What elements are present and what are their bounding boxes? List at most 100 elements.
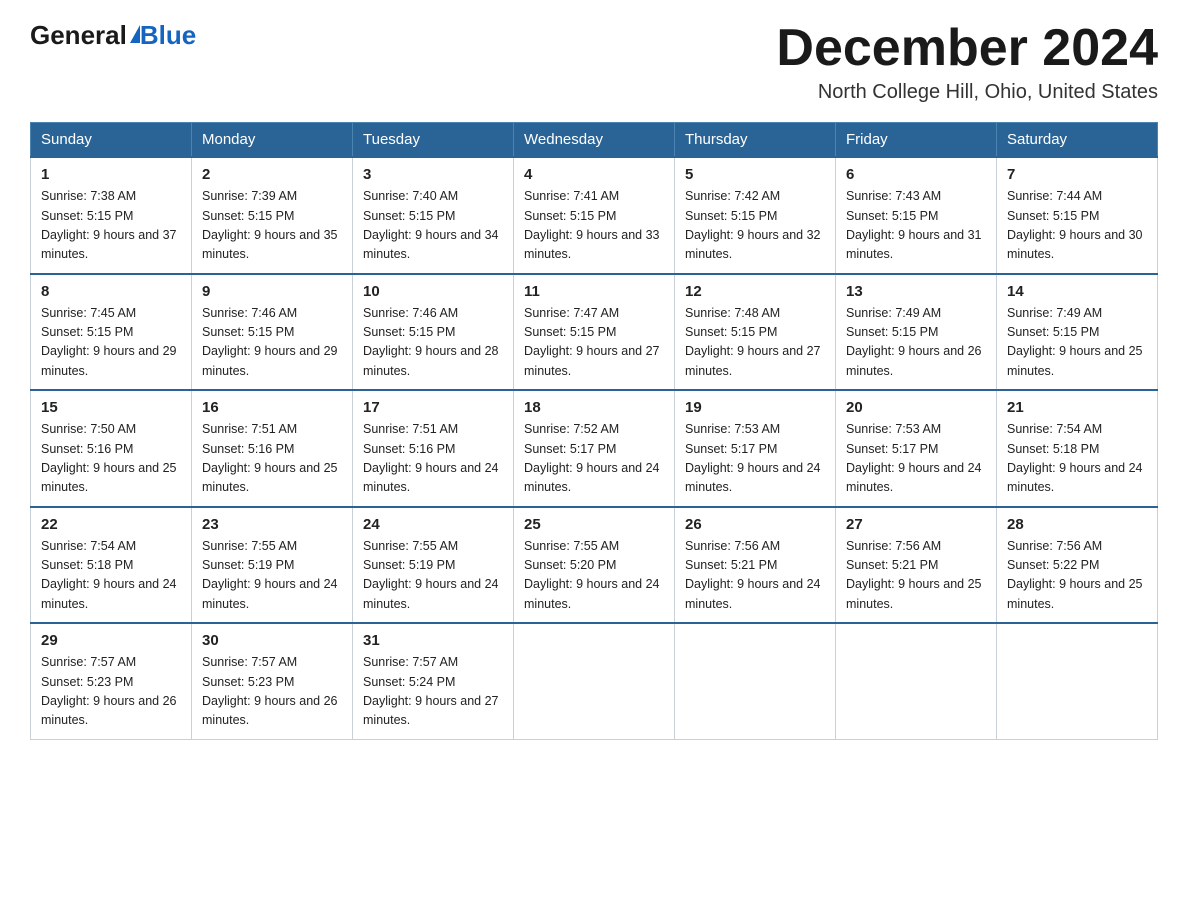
day-info: Sunrise: 7:49 AMSunset: 5:15 PMDaylight:… <box>1007 304 1147 382</box>
calendar-table: Sunday Monday Tuesday Wednesday Thursday… <box>30 122 1158 740</box>
logo-blue-part: Blue <box>127 20 196 51</box>
table-row: 20 Sunrise: 7:53 AMSunset: 5:17 PMDayligh… <box>836 390 997 507</box>
day-number: 13 <box>846 283 986 300</box>
day-info: Sunrise: 7:55 AMSunset: 5:19 PMDaylight:… <box>363 537 503 615</box>
table-row: 21 Sunrise: 7:54 AMSunset: 5:18 PMDayligh… <box>997 390 1158 507</box>
header-thursday: Thursday <box>675 123 836 158</box>
logo-general-text: General <box>30 20 127 51</box>
day-info: Sunrise: 7:53 AMSunset: 5:17 PMDaylight:… <box>846 420 986 498</box>
calendar-week-4: 22Sunrise: 7:54 AMSunset: 5:18 PMDayligh… <box>31 507 1158 624</box>
day-info: Sunrise: 7:57 AMSunset: 5:24 PMDaylight:… <box>363 653 503 731</box>
day-number: 1 <box>41 166 181 183</box>
day-number: 21 <box>1007 399 1147 416</box>
location-subtitle: North College Hill, Ohio, United States <box>776 81 1158 104</box>
calendar-header-row: Sunday Monday Tuesday Wednesday Thursday… <box>31 123 1158 158</box>
table-row: 8Sunrise: 7:45 AMSunset: 5:15 PMDaylight… <box>31 274 192 391</box>
month-title: December 2024 <box>776 20 1158 77</box>
table-row <box>675 623 836 739</box>
logo: General Blue <box>30 20 196 51</box>
table-row: 18 Sunrise: 7:52 AMSunset: 5:17 PMDayligh… <box>514 390 675 507</box>
day-info: Sunrise: 7:41 AMSunset: 5:15 PMDaylight:… <box>524 187 664 265</box>
day-number: 27 <box>846 516 986 533</box>
table-row: 7 Sunrise: 7:44 AMSunset: 5:15 PMDaylight… <box>997 157 1158 274</box>
day-number: 29 <box>41 632 181 649</box>
day-info: Sunrise: 7:49 AMSunset: 5:15 PMDaylight:… <box>846 304 986 382</box>
table-row: 31 Sunrise: 7:57 AMSunset: 5:24 PMDayligh… <box>353 623 514 739</box>
day-info: Sunrise: 7:48 AMSunset: 5:15 PMDaylight:… <box>685 304 825 382</box>
header-sunday: Sunday <box>31 123 192 158</box>
day-number: 15 <box>41 399 181 416</box>
title-section: December 2024 North College Hill, Ohio, … <box>776 20 1158 104</box>
day-number: 10 <box>363 283 503 300</box>
table-row: 23 Sunrise: 7:55 AMSunset: 5:19 PMDayligh… <box>192 507 353 624</box>
table-row: 16Sunrise: 7:51 AMSunset: 5:16 PMDayligh… <box>192 390 353 507</box>
table-row: 24 Sunrise: 7:55 AMSunset: 5:19 PMDayligh… <box>353 507 514 624</box>
day-info: Sunrise: 7:57 AMSunset: 5:23 PMDaylight:… <box>41 653 181 731</box>
day-number: 18 <box>524 399 664 416</box>
table-row: 25 Sunrise: 7:55 AMSunset: 5:20 PMDayligh… <box>514 507 675 624</box>
day-info: Sunrise: 7:56 AMSunset: 5:21 PMDaylight:… <box>685 537 825 615</box>
table-row: 13 Sunrise: 7:49 AMSunset: 5:15 PMDayligh… <box>836 274 997 391</box>
day-number: 30 <box>202 632 342 649</box>
table-row: 26Sunrise: 7:56 AMSunset: 5:21 PMDayligh… <box>675 507 836 624</box>
day-number: 25 <box>524 516 664 533</box>
header-friday: Friday <box>836 123 997 158</box>
table-row: 10 Sunrise: 7:46 AMSunset: 5:15 PMDayligh… <box>353 274 514 391</box>
table-row: 1 Sunrise: 7:38 AMSunset: 5:15 PMDaylight… <box>31 157 192 274</box>
day-info: Sunrise: 7:42 AMSunset: 5:15 PMDaylight:… <box>685 187 825 265</box>
day-number: 19 <box>685 399 825 416</box>
calendar-week-2: 8Sunrise: 7:45 AMSunset: 5:15 PMDaylight… <box>31 274 1158 391</box>
table-row: 3Sunrise: 7:40 AMSunset: 5:15 PMDaylight… <box>353 157 514 274</box>
day-info: Sunrise: 7:56 AMSunset: 5:22 PMDaylight:… <box>1007 537 1147 615</box>
day-number: 4 <box>524 166 664 183</box>
day-number: 23 <box>202 516 342 533</box>
day-info: Sunrise: 7:47 AMSunset: 5:15 PMDaylight:… <box>524 304 664 382</box>
day-info: Sunrise: 7:55 AMSunset: 5:19 PMDaylight:… <box>202 537 342 615</box>
day-number: 14 <box>1007 283 1147 300</box>
day-number: 20 <box>846 399 986 416</box>
day-info: Sunrise: 7:53 AMSunset: 5:17 PMDaylight:… <box>685 420 825 498</box>
calendar-week-3: 15 Sunrise: 7:50 AMSunset: 5:16 PMDayligh… <box>31 390 1158 507</box>
day-info: Sunrise: 7:57 AMSunset: 5:23 PMDaylight:… <box>202 653 342 731</box>
day-info: Sunrise: 7:52 AMSunset: 5:17 PMDaylight:… <box>524 420 664 498</box>
table-row: 28 Sunrise: 7:56 AMSunset: 5:22 PMDayligh… <box>997 507 1158 624</box>
table-row: 27Sunrise: 7:56 AMSunset: 5:21 PMDayligh… <box>836 507 997 624</box>
table-row: 17Sunrise: 7:51 AMSunset: 5:16 PMDayligh… <box>353 390 514 507</box>
logo-blue-text: Blue <box>140 20 196 51</box>
day-number: 12 <box>685 283 825 300</box>
day-info: Sunrise: 7:44 AMSunset: 5:15 PMDaylight:… <box>1007 187 1147 265</box>
day-info: Sunrise: 7:39 AMSunset: 5:15 PMDaylight:… <box>202 187 342 265</box>
table-row <box>836 623 997 739</box>
header-wednesday: Wednesday <box>514 123 675 158</box>
logo-triangle-icon <box>130 25 140 43</box>
day-info: Sunrise: 7:45 AMSunset: 5:15 PMDaylight:… <box>41 304 181 382</box>
table-row: 9 Sunrise: 7:46 AMSunset: 5:15 PMDaylight… <box>192 274 353 391</box>
day-number: 28 <box>1007 516 1147 533</box>
day-info: Sunrise: 7:50 AMSunset: 5:16 PMDaylight:… <box>41 420 181 498</box>
table-row: 30 Sunrise: 7:57 AMSunset: 5:23 PMDayligh… <box>192 623 353 739</box>
day-info: Sunrise: 7:46 AMSunset: 5:15 PMDaylight:… <box>363 304 503 382</box>
day-number: 7 <box>1007 166 1147 183</box>
day-info: Sunrise: 7:54 AMSunset: 5:18 PMDaylight:… <box>1007 420 1147 498</box>
table-row: 6 Sunrise: 7:43 AMSunset: 5:15 PMDaylight… <box>836 157 997 274</box>
day-info: Sunrise: 7:51 AMSunset: 5:16 PMDaylight:… <box>202 420 342 498</box>
calendar-week-1: 1 Sunrise: 7:38 AMSunset: 5:15 PMDaylight… <box>31 157 1158 274</box>
table-row: 19 Sunrise: 7:53 AMSunset: 5:17 PMDayligh… <box>675 390 836 507</box>
calendar-week-5: 29 Sunrise: 7:57 AMSunset: 5:23 PMDayligh… <box>31 623 1158 739</box>
day-info: Sunrise: 7:46 AMSunset: 5:15 PMDaylight:… <box>202 304 342 382</box>
day-number: 9 <box>202 283 342 300</box>
day-number: 3 <box>363 166 503 183</box>
day-number: 6 <box>846 166 986 183</box>
header-saturday: Saturday <box>997 123 1158 158</box>
day-info: Sunrise: 7:38 AMSunset: 5:15 PMDaylight:… <box>41 187 181 265</box>
table-row: 22Sunrise: 7:54 AMSunset: 5:18 PMDayligh… <box>31 507 192 624</box>
day-number: 17 <box>363 399 503 416</box>
day-number: 31 <box>363 632 503 649</box>
day-info: Sunrise: 7:43 AMSunset: 5:15 PMDaylight:… <box>846 187 986 265</box>
day-number: 24 <box>363 516 503 533</box>
table-row: 4 Sunrise: 7:41 AMSunset: 5:15 PMDaylight… <box>514 157 675 274</box>
table-row: 2 Sunrise: 7:39 AMSunset: 5:15 PMDaylight… <box>192 157 353 274</box>
day-number: 2 <box>202 166 342 183</box>
day-number: 5 <box>685 166 825 183</box>
day-info: Sunrise: 7:55 AMSunset: 5:20 PMDaylight:… <box>524 537 664 615</box>
